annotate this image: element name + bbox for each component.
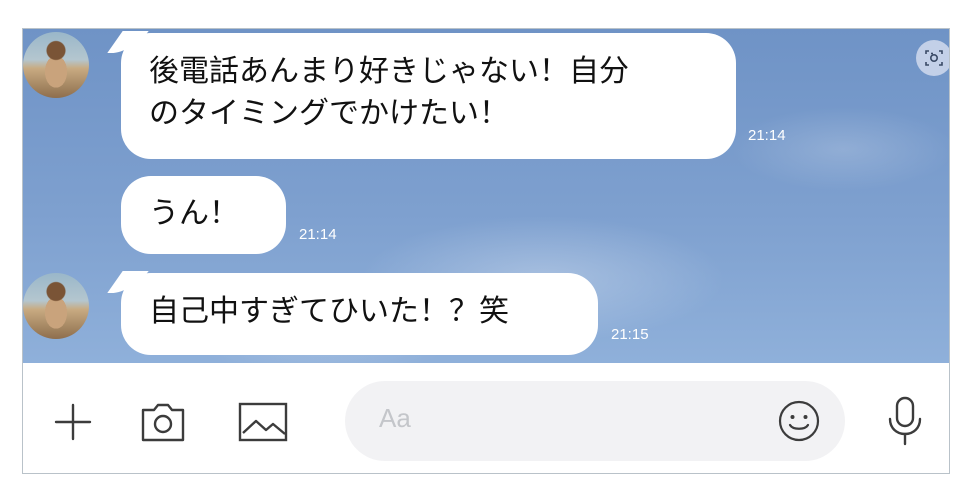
message-bubble[interactable]: 後電話あんまり好きじゃない！自分 のタイミングでかけたい！: [121, 33, 736, 159]
message-list: 後電話あんまり好きじゃない！自分 のタイミングでかけたい！ 21:14 うん！ …: [23, 29, 949, 363]
message-timestamp: 21:15: [611, 326, 649, 343]
avatar[interactable]: [23, 32, 89, 98]
message-input-placeholder: Aa: [379, 403, 411, 433]
image-icon[interactable]: [231, 397, 295, 447]
scan-icon[interactable]: [916, 40, 949, 76]
message-timestamp: 21:14: [299, 226, 337, 243]
plus-icon[interactable]: [43, 397, 103, 447]
smiley-icon[interactable]: [775, 397, 823, 445]
message-bubble[interactable]: うん！: [121, 176, 286, 254]
message-text-line: 自己中すぎてひいた！？笑: [149, 294, 509, 329]
microphone-icon[interactable]: [879, 393, 931, 449]
message-input[interactable]: Aa: [345, 381, 845, 461]
message-timestamp: 21:14: [748, 127, 786, 144]
chat-window: 後電話あんまり好きじゃない！自分 のタイミングでかけたい！ 21:14 うん！ …: [22, 28, 950, 474]
avatar[interactable]: [23, 273, 89, 339]
message-bubble[interactable]: 自己中すぎてひいた！？笑: [121, 273, 598, 355]
message-text-line: のタイミングでかけたい！: [149, 96, 509, 131]
message-text-line: 後電話あんまり好きじゃない！自分: [149, 54, 629, 89]
message-text-line: うん！: [149, 196, 239, 231]
camera-icon[interactable]: [133, 397, 193, 447]
composer-bar: Aa: [23, 363, 949, 473]
